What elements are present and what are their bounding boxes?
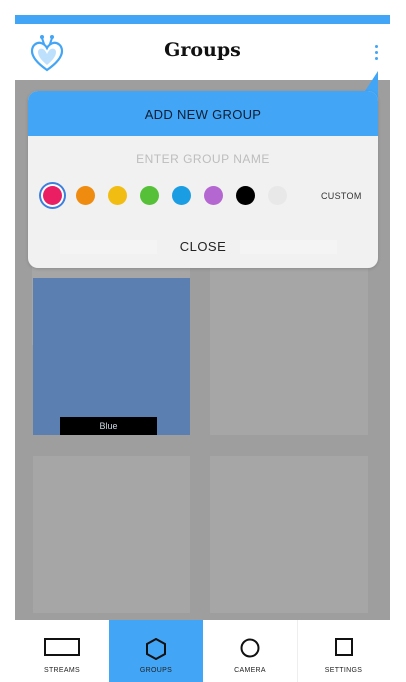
page-title: Groups	[164, 39, 241, 61]
color-swatch-light-gray[interactable]	[268, 186, 287, 205]
dialog-title: ADD NEW GROUP	[28, 91, 378, 136]
color-swatch-blue[interactable]	[172, 186, 191, 205]
nav-groups[interactable]: GROUPS	[109, 620, 203, 682]
hexagon-icon	[146, 638, 166, 660]
nav-label: SETTINGS	[324, 667, 363, 674]
custom-color-button[interactable]: CUSTOM	[321, 191, 362, 201]
top-accent-bar	[15, 15, 390, 24]
square-icon	[334, 638, 353, 656]
group-tile-label: Blue	[60, 417, 157, 435]
group-name-input[interactable]	[28, 136, 378, 182]
group-tile[interactable]	[33, 456, 190, 613]
color-swatch-black[interactable]	[236, 186, 255, 205]
more-options-icon[interactable]	[367, 45, 385, 61]
nav-camera[interactable]: CAMERA	[203, 620, 297, 682]
close-button[interactable]: CLOSE	[28, 239, 378, 254]
nav-streams[interactable]: STREAMS	[15, 620, 109, 682]
nav-label: CAMERA	[234, 667, 266, 674]
group-tile[interactable]	[210, 456, 368, 613]
nav-settings[interactable]: SETTINGS	[297, 620, 390, 682]
color-swatch-orange[interactable]	[76, 186, 95, 205]
add-group-dialog: ADD NEW GROUP CUSTOM CLOSE	[28, 91, 378, 268]
group-tile-blue[interactable]: Blue	[33, 278, 190, 435]
color-swatch-purple[interactable]	[204, 186, 223, 205]
color-swatch-yellow[interactable]	[108, 186, 127, 205]
color-picker: CUSTOM	[28, 182, 378, 222]
nav-label: STREAMS	[44, 667, 80, 674]
group-tile[interactable]	[210, 278, 368, 435]
rectangle-icon	[44, 638, 80, 656]
color-swatch-green[interactable]	[140, 186, 159, 205]
nav-label: GROUPS	[139, 667, 173, 674]
bottom-navigation: STREAMS GROUPS CAMERA SETTINGS	[15, 620, 390, 682]
app-header: Groups	[15, 24, 390, 80]
circle-icon	[240, 638, 260, 658]
color-swatch-pink[interactable]	[43, 186, 62, 205]
